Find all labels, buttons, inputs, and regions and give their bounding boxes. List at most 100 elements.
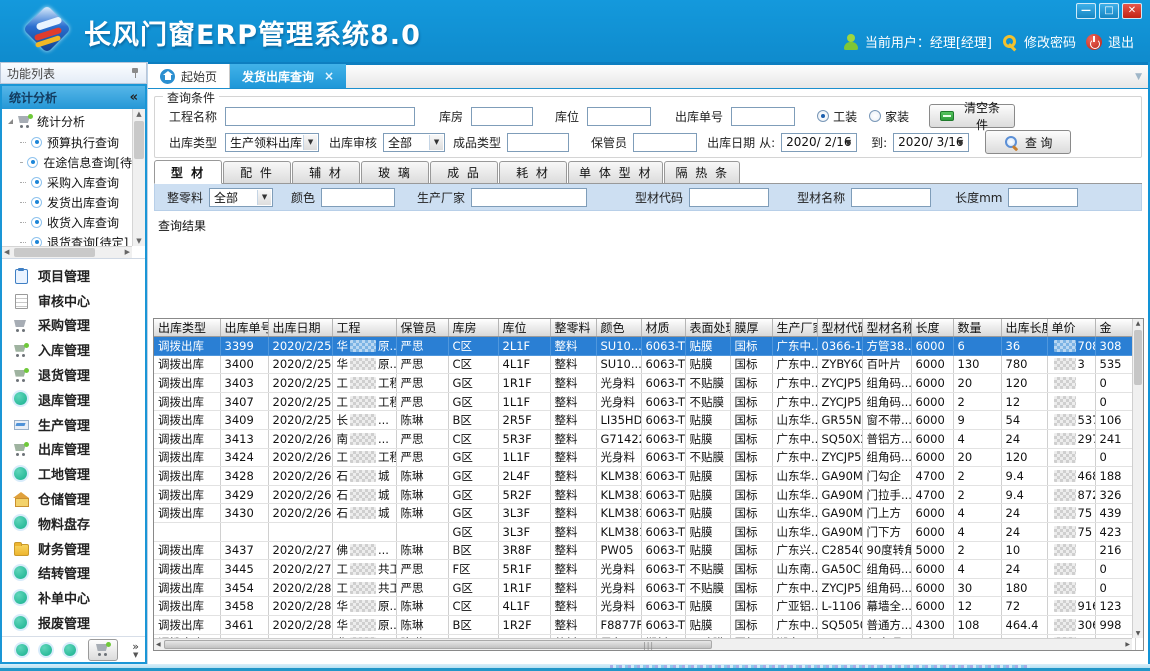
project-name-input[interactable] [225,107,415,126]
column-header-no[interactable]: 出库单号 [220,319,268,337]
tree-item[interactable]: 收货入库查询 [6,212,132,232]
column-header-qty[interactable]: 数量 [953,319,1001,337]
column-header-color[interactable]: 颜色 [596,319,641,337]
table-row[interactable]: 调拨出库34372020/2/27佛...陈琳B区3R8F整料PW056063-… [154,541,1135,560]
material-tab[interactable]: 辅 材 [292,161,360,183]
section-header-statistics[interactable]: 统计分析 « [2,86,145,109]
scroll-left-icon[interactable]: ◀ [156,641,161,648]
tab-close-icon[interactable]: × [324,69,334,83]
change-password-button[interactable]: 修改密码 [1002,32,1076,51]
column-header-film[interactable]: 膜厚 [730,319,772,337]
minimize-button[interactable]: — [1076,3,1096,19]
table-row[interactable]: 调拨出库34542020/2/28工共工程严思G区1R1F整料光身料6063-T… [154,578,1135,597]
table-row[interactable]: 调拨出库34612020/2/28华原...陈琳B区1R2F整料F8877FT6… [154,615,1135,634]
dot-icon[interactable] [40,644,52,656]
radio-work-clothes[interactable]: 工装 [817,108,857,125]
close-button[interactable]: ✕ [1122,3,1142,19]
column-header-maker[interactable]: 生产厂家 [772,319,817,337]
tree-horizontal-scrollbar[interactable]: ◀ ▶ [2,246,132,258]
tree-item[interactable]: 预算执行查询 [6,132,132,152]
audit-select[interactable]: 全部▼ [383,133,445,152]
column-header-surf[interactable]: 表面处理 [685,319,730,337]
sidebar-item[interactable]: 结转管理 [2,561,145,586]
column-header-proj[interactable]: 工程 [332,319,396,337]
material-tab[interactable]: 隔 热 条 [664,161,740,183]
tree-item[interactable]: 采购入库查询 [6,172,132,192]
sidebar-item[interactable]: 生产管理 [2,412,145,437]
grid-horizontal-scrollbar[interactable]: ◀ ||| ▶ [154,638,1132,650]
column-header-code[interactable]: 型材代码 [817,319,862,337]
cart-shortcut-button[interactable] [88,639,118,661]
table-row[interactable]: 调拨出库34242020/2/26工工程严思G区1L1F整料光身料6063-T5… [154,448,1135,467]
table-row[interactable]: 调拨出库34292020/2/26石城陈琳G区5R2F整料KLM38176063… [154,485,1135,504]
overflow-button[interactable]: »▼ [132,641,139,659]
sidebar-item[interactable]: 入库管理 [2,337,145,362]
product-type-input[interactable] [507,133,569,152]
scroll-up-icon[interactable]: ▲ [133,110,145,118]
tree-root-statistics[interactable]: 统计分析 [6,111,132,132]
clear-conditions-button[interactable]: 清空条件 [929,104,1015,128]
column-header-outlen[interactable]: 出库长度 [1001,319,1047,337]
profile-code-input[interactable] [689,188,769,207]
dot-icon[interactable] [16,644,28,656]
sidebar-item[interactable]: 采购管理 [2,313,145,338]
material-tab[interactable]: 耗 材 [499,161,567,183]
column-header-wh[interactable]: 库房 [448,319,498,337]
scroll-right-icon[interactable]: ▶ [125,248,130,256]
sidebar-item[interactable]: 物料盘存 [2,511,145,536]
material-tab[interactable]: 单 体 型 材 [568,161,663,183]
order-no-input[interactable] [731,107,795,126]
column-header-loc[interactable]: 库位 [498,319,550,337]
sidebar-item[interactable]: 补单中心 [2,585,145,610]
pin-icon[interactable] [130,67,140,79]
scroll-right-icon[interactable]: ▶ [1125,641,1130,648]
sidebar-item[interactable]: 退货管理 [2,362,145,387]
radio-home-decor[interactable]: 家装 [869,108,909,125]
material-tab[interactable]: 配 件 [223,161,291,183]
scroll-up-icon[interactable]: ▲ [1133,320,1143,327]
sidebar-item[interactable]: 仓储管理 [2,486,145,511]
warehouse-input[interactable] [471,107,533,126]
scroll-down-icon[interactable]: ▼ [1133,630,1143,637]
column-header-name[interactable]: 型材名称 [862,319,911,337]
location-input[interactable] [587,107,651,126]
maximize-button[interactable]: □ [1099,3,1119,19]
column-header-len[interactable]: 长度 [911,319,953,337]
material-tab[interactable]: 成 品 [430,161,498,183]
date-to-select[interactable]: 2020/ 3/16▼ [893,133,969,152]
dot-icon[interactable] [64,644,76,656]
date-from-select[interactable]: 2020/ 2/16▼ [781,133,857,152]
tree-item[interactable]: 在途信息查询[待 [6,152,132,172]
logout-button[interactable]: 退出 [1086,32,1134,51]
whole-part-select[interactable]: 全部▼ [209,188,273,207]
tab-list-dropdown-icon[interactable]: ▼ [1135,72,1142,82]
sidebar-item[interactable]: 审核中心 [2,288,145,313]
tree-vertical-scrollbar[interactable]: ▲ ▼ [132,109,145,246]
search-button[interactable]: 查 询 [985,130,1071,154]
sidebar-item[interactable]: 财务管理 [2,536,145,561]
tab-home[interactable]: 起始页 [148,64,230,88]
sidebar-item[interactable]: 工地管理 [2,461,145,486]
column-header-date[interactable]: 出库日期 [268,319,332,337]
color-input[interactable] [321,188,395,207]
table-row[interactable]: 调拨出库34002020/2/25华原...严思C区4L1F整料SU10...6… [154,355,1135,374]
length-input[interactable] [1008,188,1078,207]
column-header-amount[interactable]: 金 [1095,319,1135,337]
table-row[interactable]: 调拨出库34032020/2/25工工程严思G区1R1F整料光身料6063-T5… [154,374,1135,393]
sidebar-item[interactable]: 出库管理 [2,437,145,462]
maker-input[interactable] [471,188,587,207]
keeper-input[interactable] [633,133,697,152]
table-row[interactable]: 调拨出库34092020/2/25长...陈琳B区2R5F整料LI35HD606… [154,411,1135,430]
table-row[interactable]: 调拨出库34302020/2/26石城陈琳G区3L3F整料KLM38176063… [154,504,1135,523]
profile-name-input[interactable] [851,188,931,207]
grid-vertical-scrollbar[interactable]: ▲ ▼ [1132,319,1143,638]
out-type-select[interactable]: 生产领料出库▼ [225,133,319,152]
tree-item[interactable]: 退货查询[待定] [6,232,132,246]
column-header-type[interactable]: 出库类型 [154,319,220,337]
table-row[interactable]: 调拨出库34582020/2/28华原...陈琳C区4L1F整料光身料6063-… [154,597,1135,616]
material-tab[interactable]: 型 材 [154,160,222,184]
tree-item[interactable]: 发货出库查询 [6,192,132,212]
table-row[interactable]: 调拨出库34132020/2/26南...严思C区5R3F整料G71422606… [154,429,1135,448]
sidebar-item[interactable]: 退库管理 [2,387,145,412]
table-row[interactable]: 调拨出库34072020/2/25工工程严思G区1L1F整料光身料6063-T5… [154,392,1135,411]
